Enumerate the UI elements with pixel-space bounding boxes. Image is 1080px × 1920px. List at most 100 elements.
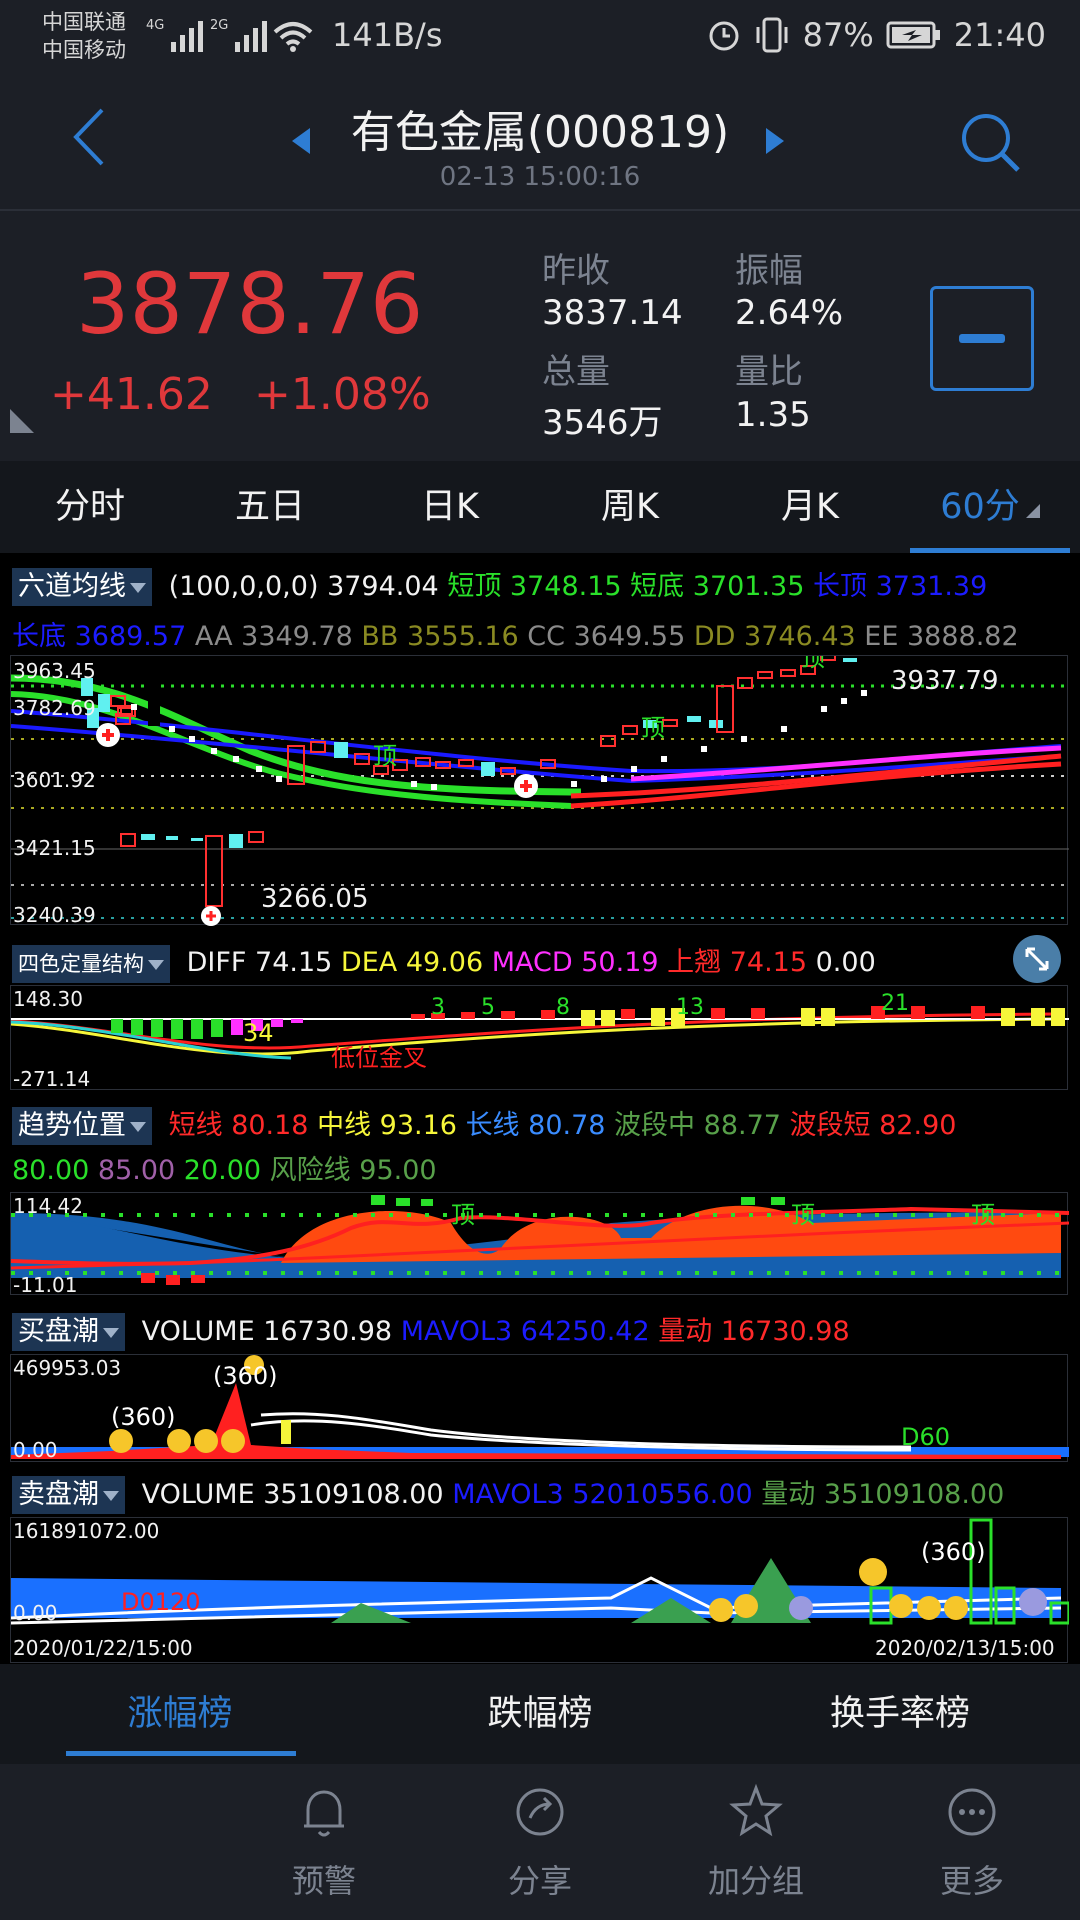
prev-close-label: 昨收	[542, 251, 610, 291]
tab-daily-k[interactable]: 日K	[360, 461, 540, 553]
trend-chart[interactable]: 顶 顶 顶 114.42 -11.01	[10, 1192, 1070, 1297]
bottom-nav: 预警 分享 加分组 更多	[0, 1764, 1080, 1920]
minus-icon	[959, 334, 1005, 343]
nav-more[interactable]: 更多	[902, 1782, 1042, 1902]
high-price-label: 3937.79	[891, 666, 999, 696]
sell-tide-selector[interactable]: 卖盘潮	[12, 1476, 125, 1514]
next-stock-icon[interactable]	[766, 128, 784, 154]
count-mark: 5	[481, 995, 495, 1020]
macd-svg: 34 低位金叉 3 5 8 13 21	[10, 991, 1069, 1072]
vol-ratio-label: 量比	[735, 352, 803, 392]
nav-add-group[interactable]: 加分组	[686, 1782, 826, 1902]
wifi-icon	[273, 22, 313, 52]
sell-axis-bottom: 0.00	[13, 1601, 58, 1625]
tab-turnover[interactable]: 换手率榜	[720, 1664, 1080, 1764]
candles	[81, 653, 857, 907]
tab-60min[interactable]: 60分	[900, 461, 1080, 553]
date-start-label: 2020/01/22/15:00	[13, 1636, 193, 1660]
search-icon[interactable]	[958, 110, 1022, 174]
sell-tide-row: 卖盘潮 VOLUME 35109108.00 MAVOL3 52010556.0…	[0, 1472, 1080, 1514]
battery-icon	[886, 21, 940, 49]
battery-percent: 87%	[802, 16, 874, 54]
main-kline-chart[interactable]: 顶 顶 顶 3963.45 3782.69 3601.92 3421.15 32…	[10, 644, 1069, 927]
amplitude-label: 振幅	[735, 251, 803, 291]
macd-indicator-selector[interactable]: 四色定量结构	[12, 945, 170, 983]
sell-360-mark: (360)	[921, 1538, 986, 1566]
chevron-down-icon	[103, 1490, 119, 1501]
emoji-icon	[194, 1429, 218, 1453]
signal-icon-1: 4G	[146, 18, 204, 52]
carrier-labels: 中国联通 中国移动	[42, 8, 126, 64]
top-mark-3: 顶	[801, 656, 825, 672]
emoji-icon	[221, 1429, 245, 1453]
vibrate-icon	[756, 17, 788, 53]
nav-share[interactable]: 分享	[470, 1782, 610, 1902]
golden-cross-label: 低位金叉	[331, 1044, 427, 1072]
trend-indicator-selector[interactable]: 趋势位置	[12, 1107, 152, 1145]
quote-datetime: 02-13 15:00:16	[439, 162, 641, 192]
status-right: 87% 21:40	[707, 16, 1046, 54]
emoji-icon	[1019, 1588, 1047, 1616]
chevron-down-icon	[130, 1121, 146, 1132]
axis-label: 3963.45	[13, 659, 96, 683]
top-mark-1: 顶	[373, 742, 397, 770]
quote-panel: 3878.76 +41.62 +1.08% 昨收 3837.14 振幅 2.64…	[0, 211, 1080, 461]
main-indicator-row-2: 长底 3689.57 AA 3349.78 BB 3555.16 CC 3649…	[12, 621, 1019, 652]
top-mark-2: 顶	[641, 714, 665, 742]
low-price-label: 3266.05	[261, 884, 369, 914]
axis-label: 3601.92	[13, 768, 96, 792]
expand-chart-button[interactable]	[1013, 935, 1061, 983]
trend-svg: 顶 顶 顶	[10, 1195, 1070, 1285]
emoji-icon	[917, 1596, 941, 1620]
chevron-down-icon	[103, 1327, 119, 1338]
page-title: 有色金属(000819)	[350, 107, 730, 158]
volume-value: 3546万	[542, 403, 663, 443]
star-icon	[729, 1783, 783, 1837]
macd-indicator-row: 四色定量结构 DIFF 74.15 DEA 49.06 MACD 50.19 上…	[0, 940, 1080, 983]
emoji-icon	[109, 1429, 133, 1453]
trend-top-mark: 顶	[971, 1201, 995, 1229]
main-indicator-row-1: 六道均线 (100,0,0,0) 3794.04 短顶 3748.15 短底 3…	[0, 564, 1080, 606]
date-end-label: 2020/02/13/15:00	[875, 1636, 1055, 1660]
trend-top-mark: 顶	[791, 1201, 815, 1229]
trend-axis-bottom: -11.01	[13, 1273, 78, 1297]
buy-axis-top: 469953.03	[13, 1356, 122, 1380]
remove-watchlist-button[interactable]	[930, 286, 1034, 391]
tab-weekly-k[interactable]: 周K	[540, 461, 720, 553]
main-indicator-selector[interactable]: 六道均线	[12, 568, 152, 606]
buy-tide-chart[interactable]: (360) (360) D60 469953.03 0.00	[10, 1354, 1069, 1462]
buy-360-mark: (360)	[111, 1403, 176, 1431]
d0120-mark: D0120	[121, 1588, 201, 1616]
macd-chart[interactable]: 34 低位金叉 3 5 8 13 21 148.30 -271.14	[10, 985, 1069, 1091]
dropdown-icon	[1025, 504, 1040, 518]
chevron-down-icon	[148, 960, 164, 970]
alarm-icon	[709, 21, 739, 51]
tab-losers[interactable]: 跌幅榜	[360, 1664, 720, 1764]
price-change-pct: +1.08%	[254, 369, 431, 420]
nav-alert[interactable]: 预警	[254, 1782, 394, 1902]
sell-tide-chart[interactable]: (360) D0120 161891072.00 0.00 2020/01/22…	[10, 1517, 1071, 1663]
trend-indicator-row-2: 80.00 85.00 20.00 风险线 95.00	[12, 1155, 437, 1186]
axis-label: 3240.39	[13, 903, 96, 927]
count-mark: 3	[431, 995, 445, 1020]
vol-ratio-value: 1.35	[735, 395, 811, 435]
bell-icon	[304, 1790, 344, 1837]
tab-monthly-k[interactable]: 月K	[720, 461, 900, 553]
tab-gainers[interactable]: 涨幅榜	[0, 1664, 360, 1764]
tab-five-day[interactable]: 五日	[180, 461, 360, 553]
amplitude-value: 2.64%	[735, 293, 844, 333]
emoji-icon	[944, 1596, 968, 1620]
count-mark: 13	[676, 995, 704, 1020]
clock: 21:40	[953, 16, 1046, 54]
trend-axis-top: 114.42	[13, 1194, 83, 1218]
corner-triangle-icon	[10, 409, 34, 433]
trend-top-mark: 顶	[451, 1201, 475, 1229]
tab-intraday[interactable]: 分时	[0, 461, 180, 553]
status-bar: 中国联通 中国移动 4G 2G 141B/s 87% 21:40	[0, 0, 1080, 78]
share-icon	[516, 1788, 564, 1836]
net-speed: 141B/s	[332, 16, 443, 54]
last-price: 3878.76	[76, 255, 424, 353]
count-mark: 8	[556, 995, 570, 1020]
buy-tide-selector[interactable]: 买盘潮	[12, 1313, 125, 1351]
emoji-icon	[734, 1594, 758, 1618]
